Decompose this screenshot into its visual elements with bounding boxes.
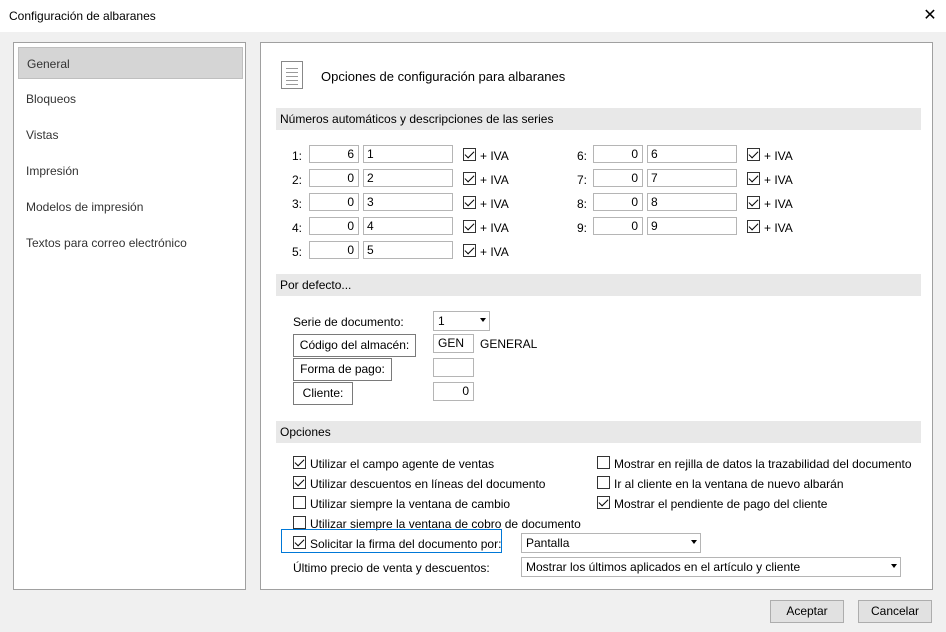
iva-checkbox[interactable] — [747, 172, 760, 185]
series-desc-field[interactable]: 8 — [647, 193, 737, 211]
iva-label: + IVA — [480, 197, 509, 211]
forma-pago-field[interactable] — [433, 358, 474, 377]
serie-documento-label: Serie de documento: — [293, 315, 404, 329]
option-pendiente-pago-checkbox[interactable] — [597, 496, 610, 509]
series-label: 3: — [292, 197, 303, 211]
series-desc-field[interactable]: 1 — [363, 145, 453, 163]
cliente-button[interactable]: Cliente: — [293, 382, 353, 405]
serie-documento-value: 1 — [438, 314, 445, 328]
ultimo-precio-value: Mostrar los últimos aplicados en el artí… — [526, 560, 801, 574]
sidebar-item-general[interactable]: General — [18, 47, 243, 79]
iva-checkbox[interactable] — [463, 196, 476, 209]
series-desc-field[interactable]: 9 — [647, 217, 737, 235]
iva-label: + IVA — [480, 149, 509, 163]
iva-label: + IVA — [764, 221, 793, 235]
cliente-field[interactable]: 0 — [433, 382, 474, 401]
almacen-code-field[interactable]: GEN — [433, 334, 474, 353]
series-desc-field[interactable]: 3 — [363, 193, 453, 211]
serie-documento-select[interactable]: 1 — [433, 311, 490, 331]
iva-checkbox[interactable] — [747, 196, 760, 209]
option-pendiente-pago-label[interactable]: Mostrar el pendiente de pago del cliente — [614, 497, 827, 511]
option-agente-checkbox[interactable] — [293, 456, 306, 469]
option-firma-label[interactable]: Solicitar la firma del documento por: — [310, 537, 501, 551]
series-number-field[interactable]: 6 — [309, 145, 359, 163]
cancel-button[interactable]: Cancelar — [858, 600, 932, 623]
option-trazabilidad-checkbox[interactable] — [597, 456, 610, 469]
option-ir-cliente-label[interactable]: Ir al cliente en la ventana de nuevo alb… — [614, 477, 844, 491]
almacen-name: GENERAL — [480, 337, 538, 351]
iva-checkbox[interactable] — [463, 148, 476, 161]
iva-label: + IVA — [480, 221, 509, 235]
series-number-field[interactable]: 0 — [593, 145, 643, 163]
option-ventana-cambio-checkbox[interactable] — [293, 496, 306, 509]
iva-checkbox[interactable] — [747, 148, 760, 161]
section-defaults-header: Por defecto... — [276, 274, 921, 296]
series-desc-field[interactable]: 2 — [363, 169, 453, 187]
iva-label: + IVA — [764, 149, 793, 163]
series-label: 6: — [577, 149, 588, 163]
iva-label: + IVA — [480, 173, 509, 187]
forma-pago-button[interactable]: Forma de pago: — [293, 358, 392, 381]
option-ventana-cobro-checkbox[interactable] — [293, 516, 306, 529]
series-label: 2: — [292, 173, 303, 187]
iva-label: + IVA — [480, 245, 509, 259]
chevron-down-icon — [480, 318, 486, 322]
ultimo-precio-label: Último precio de venta y descuentos: — [293, 561, 490, 575]
series-label: 4: — [292, 221, 303, 235]
firma-value: Pantalla — [526, 536, 570, 550]
option-descuentos-checkbox[interactable] — [293, 476, 306, 489]
close-icon[interactable]: ✕ — [918, 4, 942, 28]
series-number-field[interactable]: 0 — [593, 217, 643, 235]
section-series-header: Números automáticos y descripciones de l… — [276, 108, 921, 130]
chevron-down-icon — [691, 540, 697, 544]
series-desc-field[interactable]: 4 — [363, 217, 453, 235]
section-options-header: Opciones — [276, 421, 921, 443]
sidebar-item-vistas[interactable]: Vistas — [18, 119, 243, 151]
series-label: 8: — [577, 197, 588, 211]
iva-checkbox[interactable] — [747, 220, 760, 233]
sidebar-item-modelos[interactable]: Modelos de impresión — [18, 191, 243, 223]
option-ventana-cambio-label[interactable]: Utilizar siempre la ventana de cambio — [310, 497, 510, 511]
sidebar: General Bloqueos Vistas Impresión Modelo… — [13, 42, 246, 590]
codigo-almacen-button[interactable]: Código del almacén: — [293, 334, 416, 357]
series-label: 1: — [292, 149, 303, 163]
document-icon — [281, 61, 303, 89]
iva-checkbox[interactable] — [463, 172, 476, 185]
option-ir-cliente-checkbox[interactable] — [597, 476, 610, 489]
option-firma-checkbox[interactable] — [293, 536, 306, 549]
iva-checkbox[interactable] — [463, 244, 476, 257]
firma-select[interactable]: Pantalla — [521, 533, 701, 553]
series-desc-field[interactable]: 7 — [647, 169, 737, 187]
page-title: Opciones de configuración para albaranes — [321, 69, 566, 84]
sidebar-item-textos-correo[interactable]: Textos para correo electrónico — [18, 227, 243, 259]
series-number-field[interactable]: 0 — [309, 169, 359, 187]
iva-checkbox[interactable] — [463, 220, 476, 233]
series-number-field[interactable]: 0 — [309, 217, 359, 235]
series-desc-field[interactable]: 5 — [363, 241, 453, 259]
sidebar-item-bloqueos[interactable]: Bloqueos — [18, 83, 243, 115]
series-desc-field[interactable]: 6 — [647, 145, 737, 163]
series-number-field[interactable]: 0 — [593, 193, 643, 211]
series-label: 5: — [292, 245, 303, 259]
series-label: 7: — [577, 173, 588, 187]
accept-button[interactable]: Aceptar — [770, 600, 844, 623]
ultimo-precio-select[interactable]: Mostrar los últimos aplicados en el artí… — [521, 557, 901, 577]
series-number-field[interactable]: 0 — [309, 193, 359, 211]
iva-label: + IVA — [764, 173, 793, 187]
option-descuentos-label[interactable]: Utilizar descuentos en líneas del docume… — [310, 477, 545, 491]
series-number-field[interactable]: 0 — [309, 241, 359, 259]
series-label: 9: — [577, 221, 588, 235]
window-title: Configuración de albaranes — [9, 9, 156, 23]
option-trazabilidad-label[interactable]: Mostrar en rejilla de datos la trazabili… — [614, 457, 912, 471]
iva-label: + IVA — [764, 197, 793, 211]
series-number-field[interactable]: 0 — [593, 169, 643, 187]
chevron-down-icon — [891, 564, 897, 568]
option-agente-label[interactable]: Utilizar el campo agente de ventas — [310, 457, 494, 471]
sidebar-item-impresion[interactable]: Impresión — [18, 155, 243, 187]
